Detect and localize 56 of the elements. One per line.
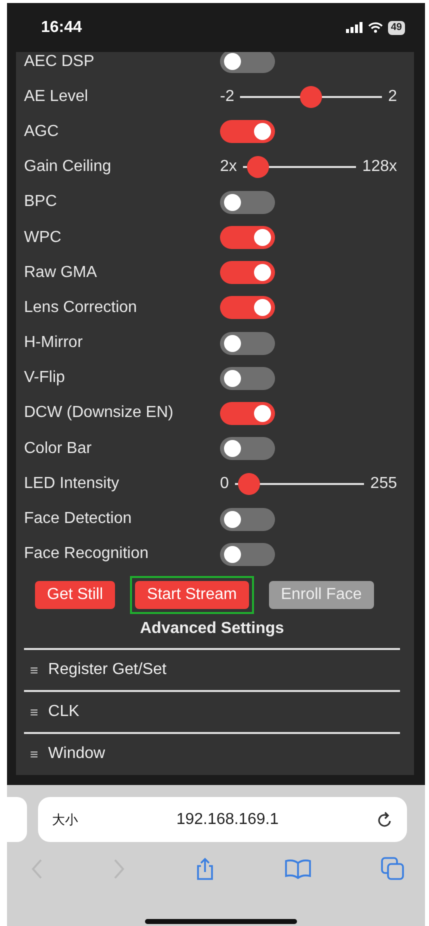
book-icon[interactable] (285, 859, 311, 879)
toggle-switch[interactable] (220, 261, 275, 284)
slider-thumb[interactable] (247, 156, 270, 178)
slider-thumb[interactable] (238, 472, 260, 495)
action-button[interactable]: Start Stream (135, 580, 249, 609)
section-header[interactable]: Register Get/Set (48, 660, 166, 679)
share-icon[interactable] (195, 857, 215, 881)
setting-label: AGC (24, 122, 60, 141)
toggle-switch[interactable] (220, 366, 275, 390)
wifi-icon (368, 22, 383, 33)
menu-glyph: ≡ (30, 704, 38, 720)
toggle-switch[interactable] (220, 226, 275, 250)
setting-label: DCW (Downsize EN) (24, 404, 174, 422)
toggle-switch[interactable] (220, 402, 275, 425)
setting-label: AEC DSP (24, 52, 96, 71)
action-button[interactable]: Get Still (35, 580, 116, 609)
setting-label: Gain Ceiling (24, 158, 112, 176)
setting-label: WPC (24, 228, 62, 247)
section-header[interactable]: Window (48, 744, 106, 763)
setting-label: BPC (24, 193, 58, 212)
menu-glyph: ≡ (30, 662, 38, 678)
slider-max: 128x (362, 158, 397, 176)
menu-glyph: ≡ (30, 746, 38, 762)
slider-min: 2x (220, 158, 237, 176)
setting-label: Face Recognition (24, 545, 150, 564)
toggle-switch[interactable] (220, 508, 275, 531)
slider-max: 255 (370, 474, 397, 493)
toggle-switch[interactable] (220, 542, 275, 566)
toggle-switch[interactable] (220, 120, 275, 144)
slider-thumb[interactable] (300, 86, 322, 108)
toggle-switch[interactable] (220, 296, 275, 320)
section-title: Advanced Settings (138, 620, 286, 638)
address-bar[interactable]: 大小 192.168.169.1 (38, 797, 407, 842)
tabs-icon[interactable] (381, 857, 405, 881)
section-header[interactable]: CLK (48, 702, 80, 721)
setting-label: Lens Correction (24, 298, 138, 317)
slider-min: 0 (220, 474, 229, 493)
slider-min: -2 (220, 88, 234, 106)
setting-label: H-Mirror (24, 334, 84, 352)
reload-icon[interactable] (377, 810, 393, 828)
setting-label: Raw GMA (24, 264, 98, 282)
battery-level: 49 (388, 20, 405, 34)
slider-max: 2 (388, 88, 397, 106)
status-time: 16:44 (41, 18, 83, 36)
text-size-button[interactable]: 大小 (52, 810, 78, 828)
toggle-switch[interactable] (220, 332, 275, 355)
address-text: 192.168.169.1 (175, 810, 280, 828)
toggle-switch[interactable] (220, 437, 275, 460)
signal-icon (346, 22, 363, 33)
toggle-switch[interactable] (220, 190, 275, 214)
toggle-switch[interactable] (220, 52, 275, 74)
setting-label: Face Detection (24, 510, 133, 528)
setting-label: Color Bar (24, 440, 93, 458)
setting-label: AE Level (24, 88, 90, 106)
setting-label: V-Flip (24, 369, 66, 388)
setting-label: LED Intensity (24, 474, 120, 493)
